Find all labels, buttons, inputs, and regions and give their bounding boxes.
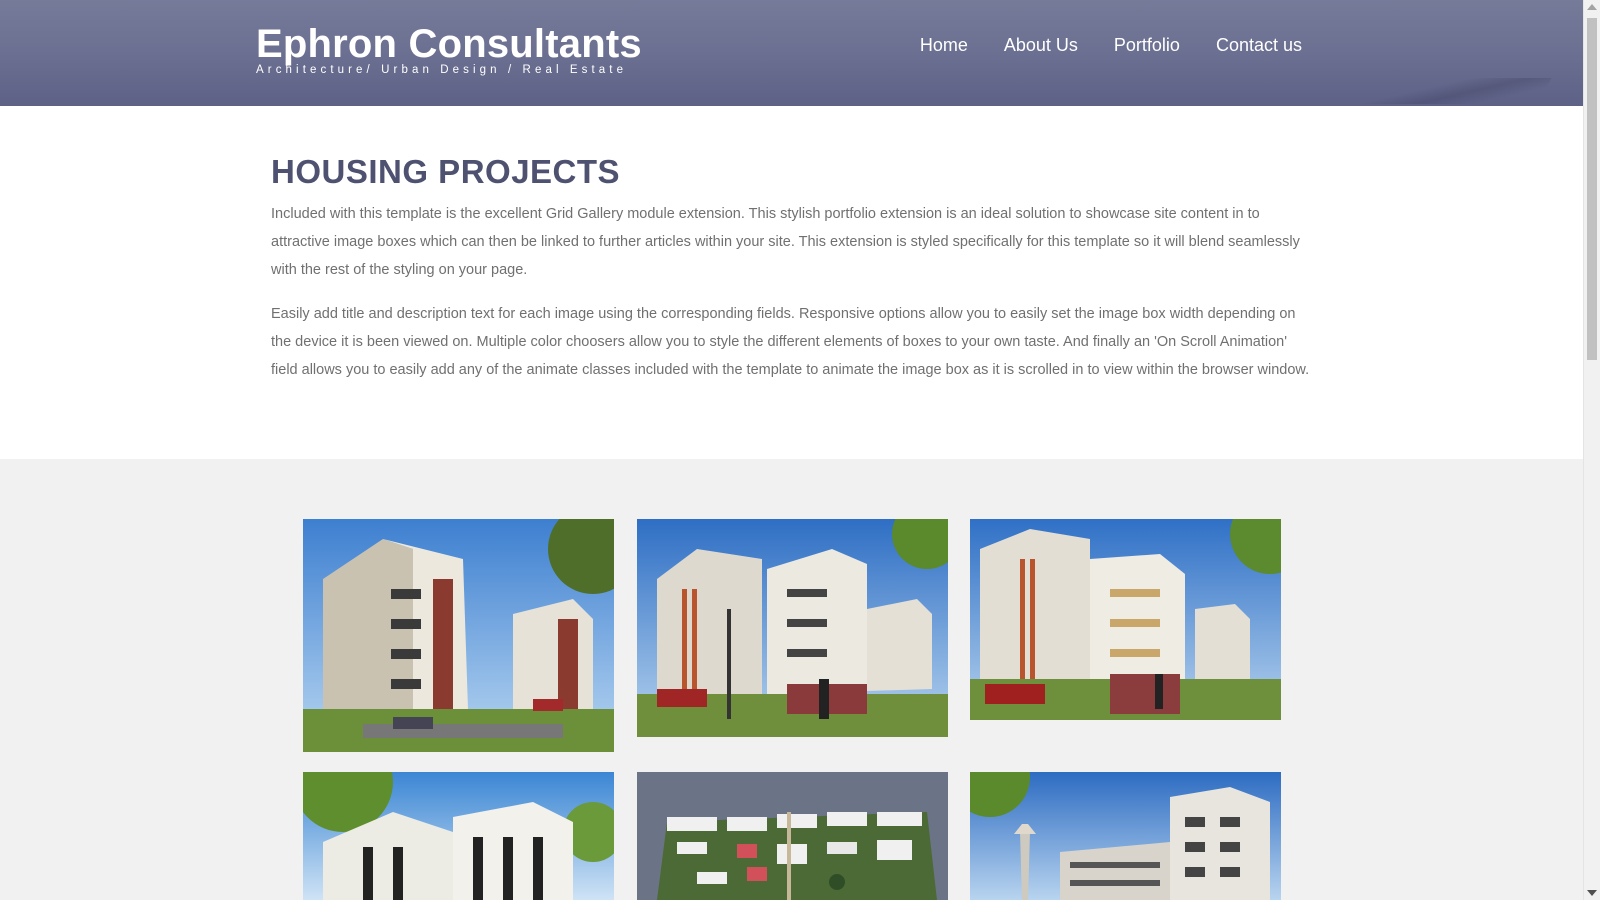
nav-home[interactable]: Home: [920, 33, 968, 57]
image-gallery: [0, 459, 1584, 900]
gallery-image-villa-render[interactable]: [303, 772, 614, 900]
page-scrollbar[interactable]: [1583, 0, 1600, 900]
page-title: HOUSING PROJECTS: [271, 153, 621, 190]
brand-tagline: Architecture/ Urban Design / Real Estate: [256, 64, 628, 76]
masterplan-render-image: [637, 772, 948, 900]
apartment-render-2-image: [637, 519, 948, 737]
scroll-thumb[interactable]: [1587, 18, 1597, 360]
brand-logo[interactable]: Ephron Consultants Architecture/ Urban D…: [256, 18, 642, 76]
nav-contact-us[interactable]: Contact us: [1216, 33, 1302, 57]
intro-paragraph-2: Easily add title and description text fo…: [271, 306, 1310, 378]
gallery-image-tower-render[interactable]: [970, 772, 1281, 900]
nav-portfolio[interactable]: Portfolio: [1114, 33, 1180, 57]
apartment-render-1-image: [303, 519, 614, 752]
main-nav: Home About Us Portfolio Contact us: [920, 33, 1302, 57]
intro-paragraph-1: Included with this template is the excel…: [271, 206, 1300, 278]
gallery-image-masterplan-render[interactable]: [637, 772, 948, 900]
villa-render-image: [303, 772, 614, 900]
gallery-image-apartment-render-1[interactable]: [303, 519, 614, 752]
intro-section: HOUSING PROJECTS Included with this temp…: [0, 106, 1584, 459]
tower-render-image: [970, 772, 1281, 900]
brand-title: Ephron Consultants: [256, 22, 642, 66]
header-decoration: [1336, 78, 1552, 104]
site-header: Ephron Consultants Architecture/ Urban D…: [0, 0, 1584, 106]
scroll-up-arrow-icon[interactable]: [1587, 4, 1597, 10]
nav-about-us[interactable]: About Us: [1004, 33, 1078, 57]
gallery-image-apartment-render-3[interactable]: [970, 519, 1281, 720]
apartment-render-3-image: [970, 519, 1281, 720]
gallery-image-apartment-render-2[interactable]: [637, 519, 948, 737]
scroll-down-arrow-icon[interactable]: [1587, 890, 1597, 896]
